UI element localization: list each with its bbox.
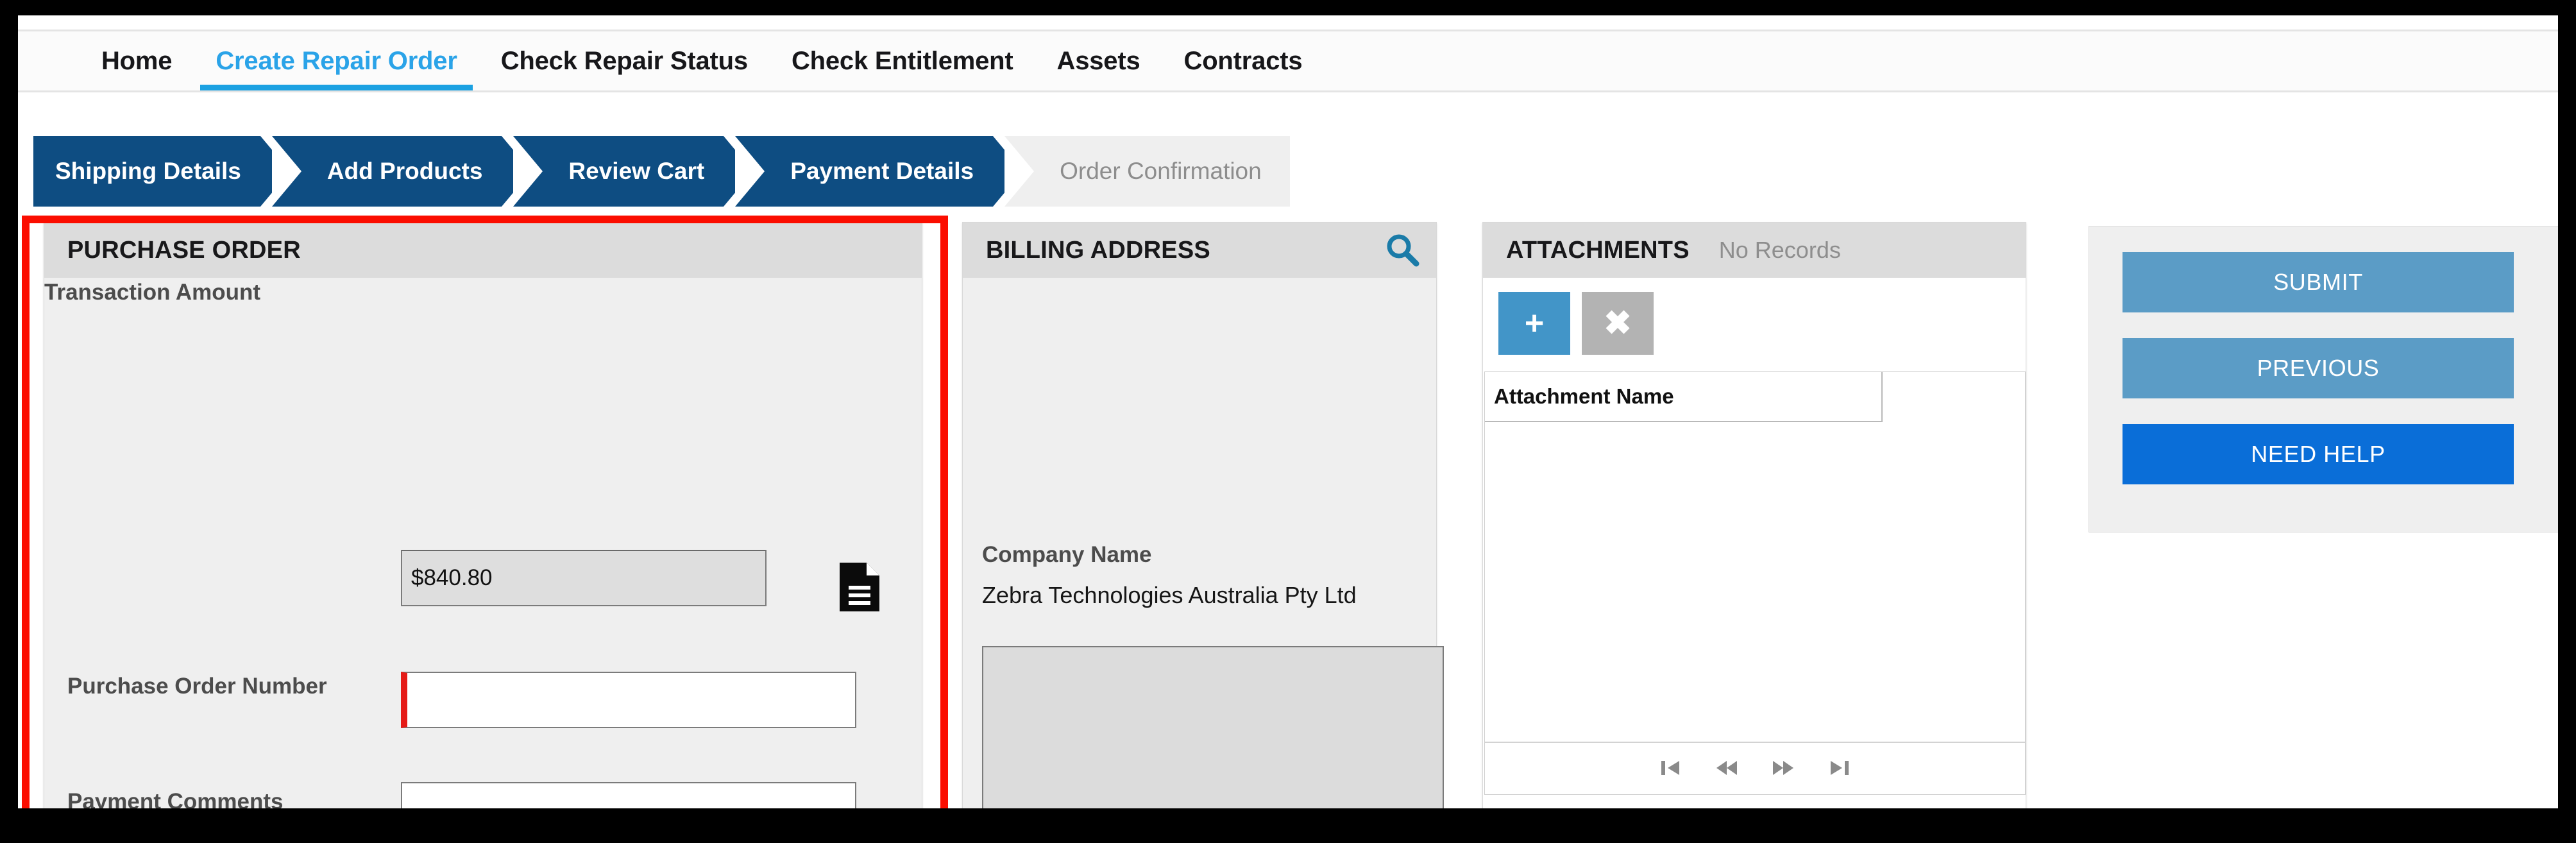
next-page-icon[interactable] [1770, 757, 1796, 779]
document-icon[interactable] [838, 561, 881, 613]
attachments-panel: ATTACHMENTS No Records + ✖ Attachment Na… [1482, 222, 2026, 808]
transaction-amount-label: Transaction Amount [44, 280, 261, 305]
transaction-amount-field[interactable]: $840.80 [401, 550, 767, 606]
wizard-step-add-products[interactable]: Add Products [271, 136, 532, 207]
nav-item-label: Create Repair Order [216, 46, 457, 75]
purchase-order-number-label: Purchase Order Number [67, 674, 327, 699]
attachments-header: ATTACHMENTS No Records [1483, 223, 2026, 278]
chevron-notch-icon [1004, 136, 1035, 207]
wizard-step-label: Order Confirmation [1060, 158, 1262, 184]
attachments-toolbar: + ✖ [1498, 292, 1654, 355]
submit-button[interactable]: SUBMIT [2123, 252, 2514, 312]
purchase-order-header: PURCHASE ORDER [44, 223, 922, 278]
nav-item-label: Assets [1056, 46, 1140, 75]
nav-item-check-repair-status[interactable]: Check Repair Status [479, 31, 770, 90]
company-name-label: Company Name [982, 542, 1152, 567]
wizard-step-review-cart[interactable]: Review Cart [513, 136, 754, 207]
attachments-grid-header: Attachment Name [1485, 372, 1883, 422]
billing-address-panel: BILLING ADDRESS Company Name Zebra Techn… [962, 222, 1444, 808]
wizard-step-shipping-details[interactable]: Shipping Details [33, 136, 290, 207]
attachments-grid: Attachment Name [1484, 371, 2026, 795]
nav-item-label: Check Entitlement [791, 46, 1013, 75]
purchase-order-number-input[interactable] [401, 672, 856, 728]
nav-item-label: Check Repair Status [500, 46, 748, 75]
billing-address-header: BILLING ADDRESS [963, 223, 1436, 278]
attachments-grid-body [1485, 422, 2025, 742]
nav-item-contracts[interactable]: Contracts [1162, 31, 1325, 90]
attachments-title: ATTACHMENTS [1506, 236, 1690, 264]
payment-comments-label: Payment Comments [67, 789, 284, 808]
delete-attachment-button[interactable]: ✖ [1582, 292, 1654, 355]
billing-address-textarea[interactable] [982, 646, 1444, 808]
purchase-order-title: PURCHASE ORDER [67, 236, 301, 264]
search-icon[interactable] [1382, 230, 1422, 270]
transaction-amount-value: $840.80 [411, 565, 493, 590]
previous-button[interactable]: PREVIOUS [2123, 338, 2514, 398]
action-button-panel: SUBMIT PREVIOUS NEED HELP [2089, 226, 2558, 532]
add-attachment-button[interactable]: + [1498, 292, 1570, 355]
nav-item-home[interactable]: Home [80, 31, 194, 90]
attachments-pagination [1485, 742, 2025, 793]
main-navigation: Home Create Repair Order Check Repair St… [18, 30, 2558, 92]
nav-item-assets[interactable]: Assets [1035, 31, 1162, 90]
chevron-notch-icon [735, 136, 765, 207]
wizard-step-label: Payment Details [790, 158, 974, 184]
wizard-step-label: Add Products [326, 158, 483, 184]
previous-page-icon[interactable] [1714, 757, 1740, 779]
nav-item-check-entitlement[interactable]: Check Entitlement [770, 31, 1035, 90]
nav-item-label: Contracts [1183, 46, 1303, 75]
billing-address-title: BILLING ADDRESS [986, 236, 1210, 264]
nav-item-create-repair-order[interactable]: Create Repair Order [194, 31, 479, 90]
purchase-order-panel: PURCHASE ORDER Transaction Amount $840.8… [44, 222, 922, 808]
company-name-value: Zebra Technologies Australia Pty Ltd [982, 582, 1357, 608]
need-help-button[interactable]: NEED HELP [2123, 424, 2514, 484]
chevron-notch-icon [271, 136, 301, 207]
wizard-step-label: Review Cart [568, 158, 705, 184]
browser-frame: Home Create Repair Order Check Repair St… [0, 0, 2576, 843]
nav-item-list: Home Create Repair Order Check Repair St… [80, 31, 1324, 90]
wizard-step-order-confirmation: Order Confirmation [1004, 136, 1290, 207]
checkout-step-wizard: Shipping Details Add Products Review Car… [33, 136, 1290, 207]
wizard-step-payment-details[interactable]: Payment Details [735, 136, 1023, 207]
nav-item-label: Home [101, 46, 173, 75]
chevron-notch-icon [513, 136, 543, 207]
payment-comments-textarea[interactable] [401, 782, 856, 808]
attachments-status: No Records [1718, 237, 1841, 263]
page-viewport: Home Create Repair Order Check Repair St… [18, 15, 2558, 808]
column-header-attachment-name: Attachment Name [1494, 384, 1674, 408]
wizard-step-label: Shipping Details [55, 158, 241, 184]
last-page-icon[interactable] [1827, 757, 1852, 779]
first-page-icon[interactable] [1657, 757, 1683, 779]
